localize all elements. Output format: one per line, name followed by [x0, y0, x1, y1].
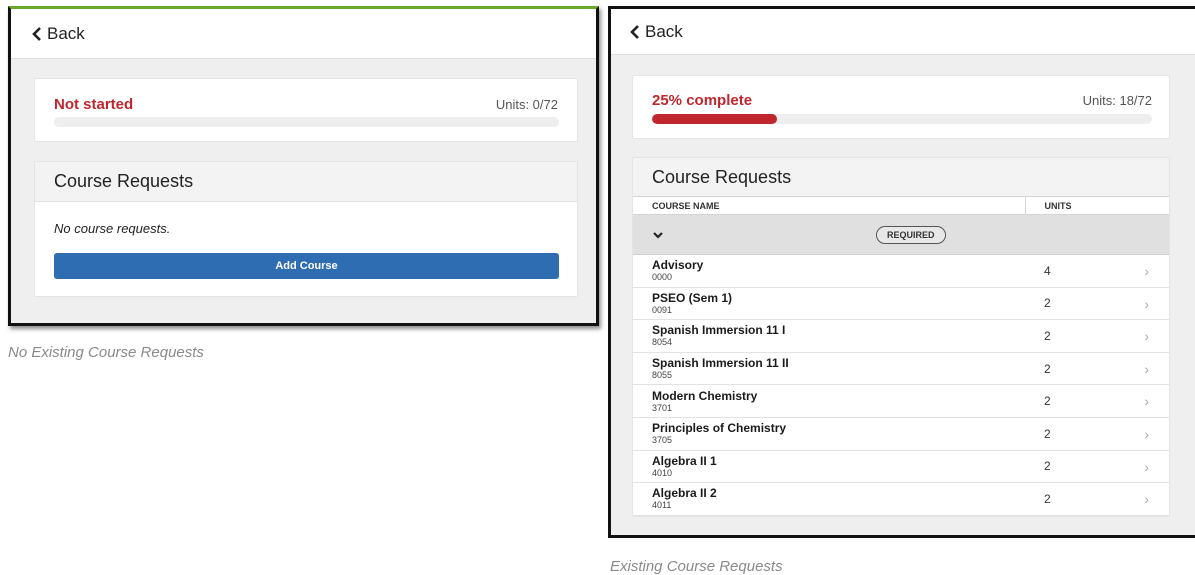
chevron-right-icon[interactable]: ›	[1144, 459, 1149, 475]
chevron-right-icon[interactable]: ›	[1144, 328, 1149, 344]
course-name: Principles of Chemistry	[652, 421, 787, 436]
course-name: Algebra II 2	[652, 486, 717, 501]
table-row[interactable]: Modern Chemistry 3701 2 ›	[633, 385, 1169, 418]
course-requests-header: Course Requests	[633, 158, 1169, 196]
table-row[interactable]: Algebra II 1 4010 2 ›	[633, 450, 1169, 483]
course-number: 0091	[652, 304, 673, 315]
chevron-left-icon	[630, 24, 639, 39]
course-number: 4011	[652, 500, 672, 511]
course-requests-card: Course Requests COURSE NAME UNITS REQUIR…	[632, 157, 1170, 517]
course-requests-card: Course Requests No course requests. Add …	[34, 161, 578, 297]
no-requests-screenshot: Back Not started Units: 0/72 Course Requ…	[8, 6, 599, 326]
table-header-row: COURSE NAME UNITS	[633, 196, 1169, 215]
table-row[interactable]: Principles of Chemistry 3705 2 ›	[633, 417, 1169, 451]
course-name: Spanish Immersion 11 I	[652, 323, 786, 338]
course-requests-table: COURSE NAME UNITS REQUIRED Advisory 0000 4…	[633, 196, 1169, 516]
caption-left: No Existing Course Requests	[8, 344, 204, 361]
course-units: 2	[1044, 328, 1051, 343]
course-units: 2	[1044, 459, 1051, 474]
table-row[interactable]: Algebra II 2 4011 2 ›	[633, 483, 1169, 516]
back-label: Back	[645, 21, 683, 41]
column-units: UNITS	[1044, 200, 1072, 211]
back-button[interactable]: Back	[31, 24, 85, 44]
course-number: 4010	[652, 467, 673, 478]
course-units: 2	[1044, 361, 1051, 376]
table-row[interactable]: Spanish Immersion 11 I 8054 2 ›	[633, 320, 1169, 353]
back-button[interactable]: Back	[629, 22, 683, 42]
course-name: Algebra II 1	[652, 453, 717, 468]
units-count: Units: 0/72	[495, 97, 558, 112]
section-title: Course Requests	[54, 171, 194, 191]
course-number: 8054	[652, 337, 673, 348]
table-row[interactable]: Advisory 0000 4 ›	[633, 255, 1169, 288]
top-bar: Back	[611, 9, 1195, 55]
progress-fill	[652, 114, 777, 124]
existing-requests-screenshot: Back 25% complete Units: 18/72 Course Re…	[608, 6, 1195, 538]
required-badge: REQUIRED	[876, 226, 946, 244]
top-bar: Back	[11, 9, 596, 59]
course-number: 0000	[652, 272, 673, 283]
chevron-right-icon[interactable]: ›	[1144, 393, 1149, 409]
add-course-button[interactable]: Add Course	[54, 253, 559, 279]
chevron-right-icon[interactable]: ›	[1144, 296, 1149, 312]
chevron-right-icon[interactable]: ›	[1144, 361, 1149, 377]
caption-right: Existing Course Requests	[610, 558, 783, 575]
course-units: 2	[1044, 394, 1051, 409]
section-title: Course Requests	[652, 166, 792, 187]
progress-bar	[652, 114, 1152, 124]
progress-bar	[54, 117, 559, 127]
progress-status: Not started	[54, 96, 134, 113]
table-row[interactable]: PSEO (Sem 1) 0091 2 ›	[633, 287, 1169, 320]
course-name: Modern Chemistry	[652, 388, 758, 403]
progress-status: 25% complete	[652, 92, 753, 109]
chevron-right-icon[interactable]: ›	[1144, 426, 1149, 442]
chevron-right-icon[interactable]: ›	[1144, 263, 1149, 279]
course-number: 3705	[652, 435, 673, 446]
course-requests-header: Course Requests	[35, 162, 577, 202]
course-number: 8055	[652, 370, 673, 381]
progress-card: 25% complete Units: 18/72	[632, 75, 1170, 139]
units-count: Units: 18/72	[1082, 93, 1152, 108]
course-name: PSEO (Sem 1)	[652, 290, 733, 305]
course-units: 2	[1044, 296, 1051, 311]
chevron-right-icon[interactable]: ›	[1144, 491, 1149, 507]
empty-message: No course requests.	[54, 221, 171, 236]
column-course-name: COURSE NAME	[633, 196, 1026, 215]
chevron-left-icon	[32, 26, 41, 41]
course-name: Spanish Immersion 11 II	[652, 356, 789, 371]
chevron-down-icon[interactable]	[652, 230, 664, 240]
course-name: Advisory	[652, 258, 704, 273]
course-number: 3701	[652, 402, 673, 413]
back-label: Back	[47, 23, 85, 43]
table-row[interactable]: Spanish Immersion 11 II 8055 2 ›	[633, 352, 1169, 385]
course-units: 4	[1044, 263, 1051, 278]
course-units: 2	[1044, 491, 1051, 506]
progress-card: Not started Units: 0/72	[34, 78, 578, 142]
group-row-required[interactable]: REQUIRED	[633, 214, 1169, 255]
course-units: 2	[1044, 426, 1051, 441]
